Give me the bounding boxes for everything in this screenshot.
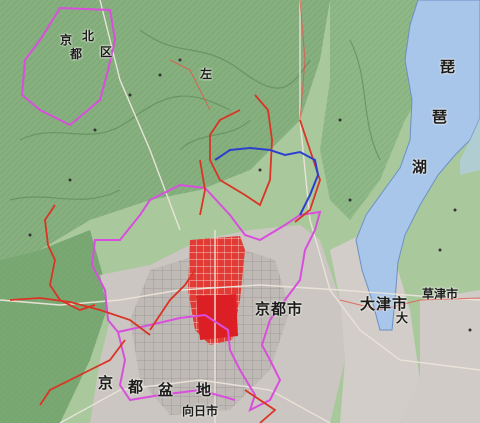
label-kyo: 京 <box>60 33 73 47</box>
label-basin-1: 京 <box>98 374 115 392</box>
label-basin-4: 地 <box>196 381 213 399</box>
label-ku: 区 <box>100 45 113 59</box>
label-basin-3: 盆 <box>158 381 175 399</box>
label-biwa-3: 湖 <box>412 158 429 176</box>
label-lake-otsu: 大 <box>396 311 409 325</box>
label-kyoto-city: 京都市 <box>255 300 304 318</box>
label-kita: 北 <box>82 29 95 43</box>
label-muko-city: 向日市 <box>182 404 219 418</box>
label-kusatsu: 草津市 <box>422 287 459 301</box>
label-sakyo: 左 <box>200 67 213 81</box>
label-to: 都 <box>70 47 83 61</box>
label-biwa-1: 琵 <box>440 58 457 76</box>
label-basin-2: 都 <box>128 378 145 396</box>
label-otsu-city: 大津市 <box>360 295 409 313</box>
downtown-core <box>196 294 238 340</box>
label-biwa-2: 琶 <box>432 108 449 126</box>
topographic-map[interactable]: 京都市 大津市 向日市 草津市 北 京 都 区 左 琵 琶 湖 大 京 都 盆 … <box>0 0 480 423</box>
map-canvas <box>0 0 480 423</box>
